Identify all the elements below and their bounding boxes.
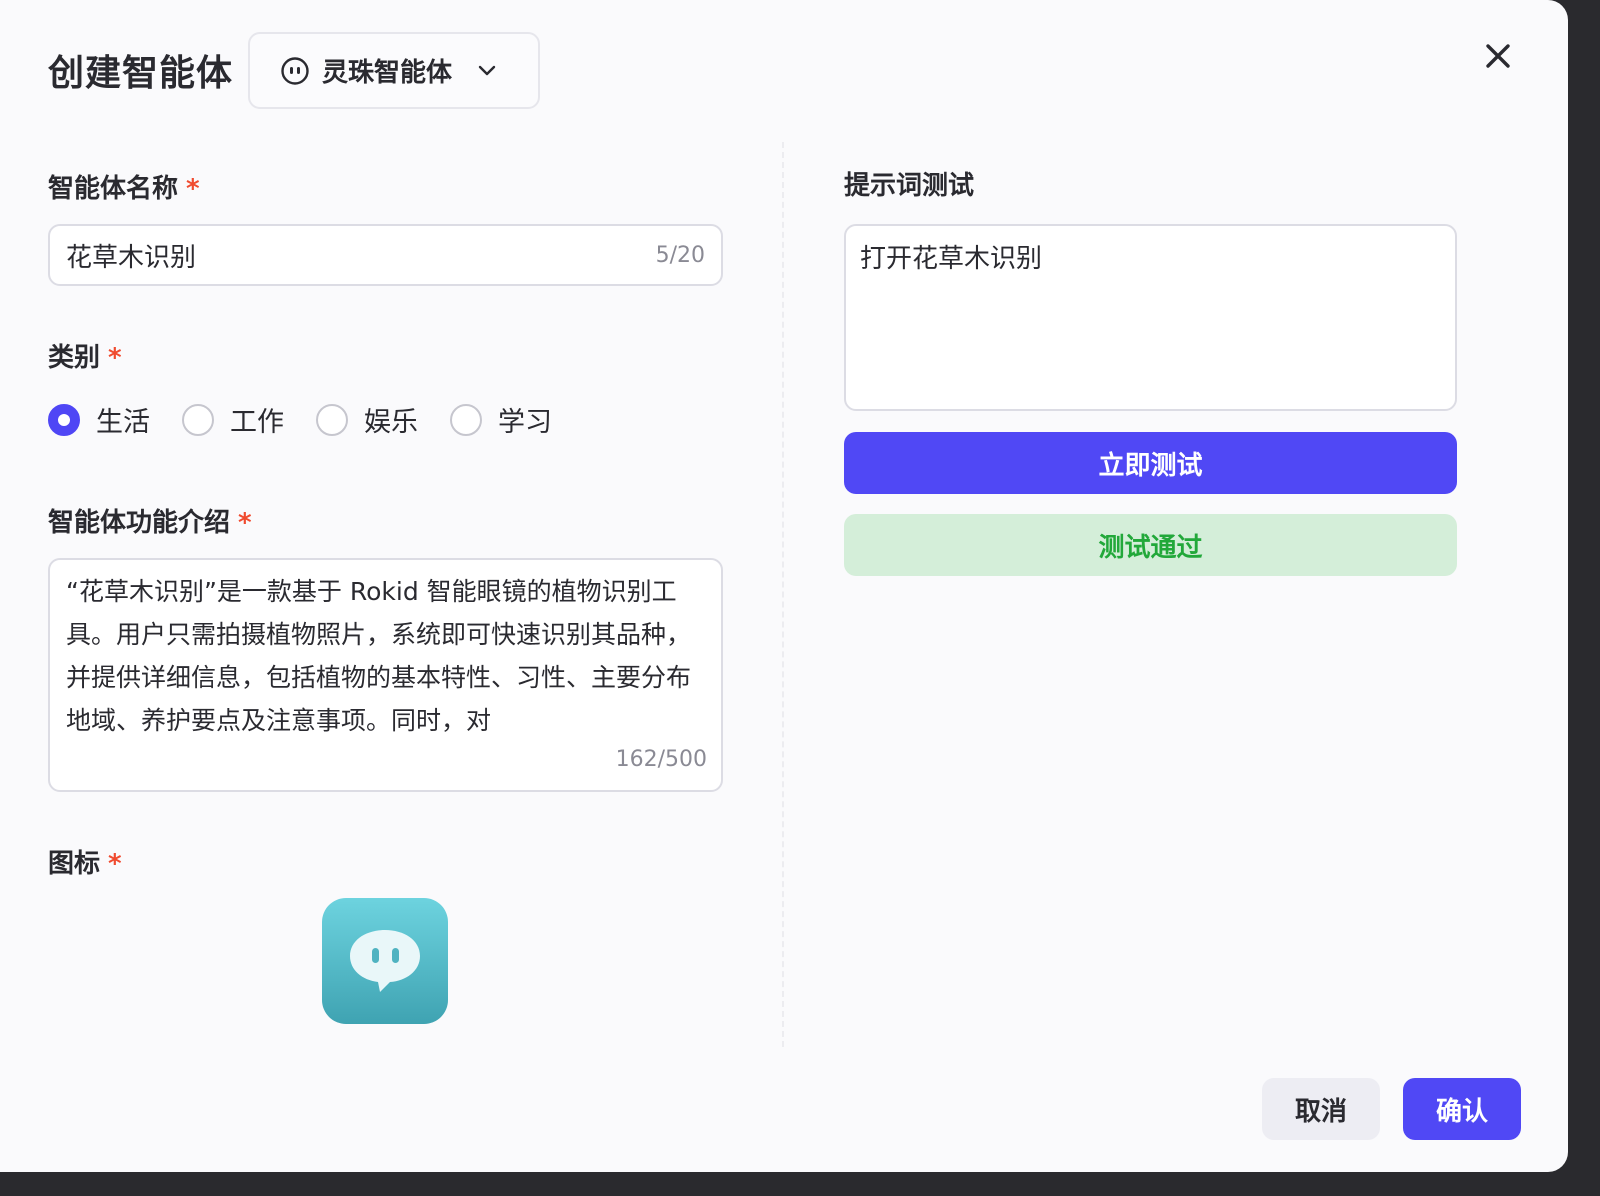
category-label-text: 类别	[48, 343, 101, 373]
prompt-test-input[interactable]: 打开花草木识别	[844, 224, 1457, 411]
radio-label: 娱乐	[364, 407, 418, 438]
close-icon[interactable]	[1478, 36, 1518, 76]
agent-type-label: 灵珠智能体	[322, 58, 453, 88]
radio-label: 工作	[230, 407, 284, 438]
description-value: “花草木识别”是一款基于 Rokid 智能眼镜的植物识别工具。用户只需拍摄植物照…	[66, 577, 692, 735]
category-label: 类别 *	[48, 337, 122, 374]
name-label: 智能体名称 *	[48, 168, 200, 205]
dialog-title: 创建智能体	[48, 53, 234, 94]
test-now-button[interactable]: 立即测试	[844, 432, 1457, 494]
description-textarea[interactable]: “花草木识别”是一款基于 Rokid 智能眼镜的植物识别工具。用户只需拍摄植物照…	[48, 558, 723, 792]
agent-name-value: 花草木识别	[66, 242, 197, 273]
agent-type-select[interactable]: 灵珠智能体	[248, 32, 540, 109]
radio-study[interactable]: 学习	[450, 400, 552, 439]
required-mark: *	[238, 508, 252, 538]
bot-face-icon	[280, 56, 310, 86]
description-label: 智能体功能介绍 *	[48, 502, 252, 539]
radio-dot-checked	[48, 403, 80, 436]
create-agent-dialog: 创建智能体 灵珠智能体 智能体名称 * 花草木识别 5/20 类别 * 生活 工…	[0, 0, 1568, 1172]
cancel-button[interactable]: 取消	[1262, 1078, 1380, 1140]
radio-dot	[316, 403, 348, 436]
icon-label: 图标 *	[48, 843, 122, 880]
radio-dot	[182, 403, 214, 436]
chevron-down-icon	[474, 58, 500, 84]
category-radio-group: 生活 工作 娱乐 学习	[48, 400, 584, 439]
description-label-text: 智能体功能介绍	[48, 508, 231, 538]
agent-icon-upload[interactable]	[322, 898, 448, 1024]
radio-entertainment[interactable]: 娱乐	[316, 400, 418, 439]
radio-work[interactable]: 工作	[182, 400, 284, 439]
column-divider	[782, 142, 784, 1047]
required-mark: *	[108, 343, 122, 373]
radio-dot	[450, 403, 482, 436]
description-count: 162/500	[615, 747, 707, 772]
radio-label: 学习	[498, 407, 552, 438]
radio-label: 生活	[96, 407, 150, 438]
test-passed-status: 测试通过	[844, 514, 1457, 576]
prompt-test-label: 提示词测试	[844, 171, 975, 201]
agent-name-count: 5/20	[655, 242, 705, 268]
chat-bubble-icon	[350, 930, 420, 992]
radio-life[interactable]: 生活	[48, 400, 150, 439]
agent-name-input[interactable]: 花草木识别 5/20	[48, 224, 723, 286]
name-label-text: 智能体名称	[48, 174, 179, 204]
required-mark: *	[108, 849, 122, 879]
required-mark: *	[186, 174, 200, 204]
confirm-button[interactable]: 确认	[1403, 1078, 1521, 1140]
icon-label-text: 图标	[48, 849, 101, 879]
prompt-test-value: 打开花草木识别	[860, 244, 1043, 274]
